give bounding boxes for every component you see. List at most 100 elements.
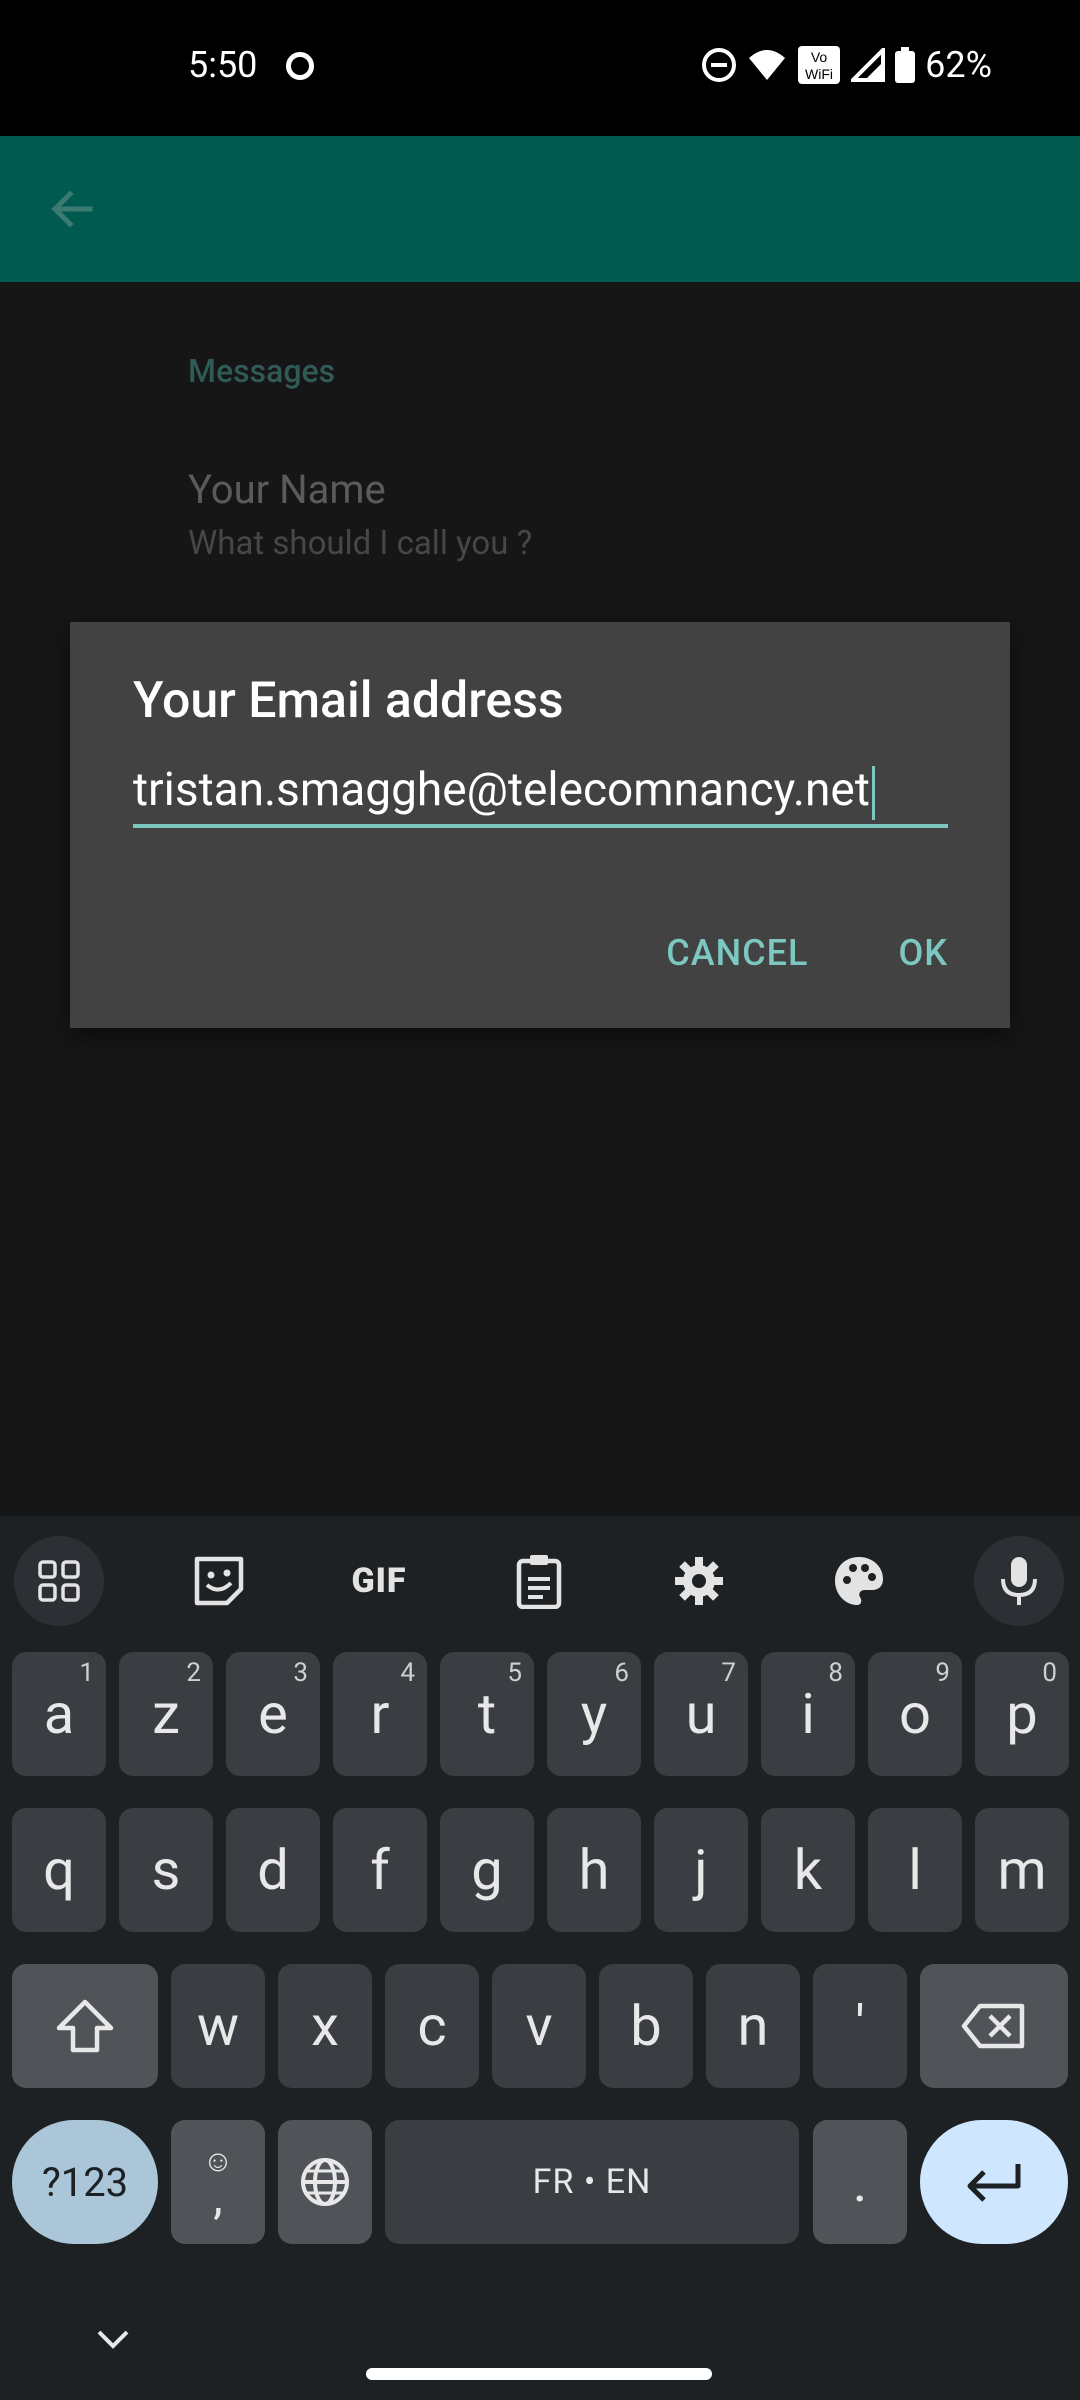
- key-label: y: [580, 1681, 608, 1747]
- key-h[interactable]: h: [547, 1808, 641, 1932]
- shift-icon: [56, 1999, 114, 2053]
- symbols-key[interactable]: ?123: [12, 2120, 158, 2244]
- home-indicator[interactable]: [366, 2368, 712, 2380]
- status-bar: 5:50 Vo WiFi 62%: [0, 0, 1080, 136]
- backspace-key[interactable]: [920, 1964, 1068, 2088]
- key-x[interactable]: x: [278, 1964, 372, 2088]
- comma-label: ,: [213, 2168, 223, 2225]
- sticker-button[interactable]: [174, 1536, 264, 1626]
- key-b[interactable]: b: [599, 1964, 693, 2088]
- clipboard-button[interactable]: [494, 1536, 584, 1626]
- enter-icon: [967, 2164, 1021, 2202]
- key-t[interactable]: t5: [440, 1652, 534, 1776]
- key-o[interactable]: o9: [868, 1652, 962, 1776]
- key-hint: 0: [1042, 1658, 1057, 1688]
- key-hint: 9: [935, 1658, 950, 1688]
- app-bar: [0, 136, 1080, 282]
- sync-icon: [286, 52, 314, 80]
- key-l[interactable]: l: [868, 1808, 962, 1932]
- key-k[interactable]: k: [761, 1808, 855, 1932]
- keyboard-toolbar: GIF: [0, 1516, 1080, 1636]
- key-label: p: [1006, 1681, 1038, 1747]
- comma-emoji-key[interactable]: ☺ ,: [171, 2120, 265, 2244]
- key-e[interactable]: e3: [226, 1652, 320, 1776]
- key-p[interactable]: p0: [975, 1652, 1069, 1776]
- key-hint: 3: [293, 1658, 308, 1688]
- email-input[interactable]: tristan.smagghe@telecomnancy.net: [133, 762, 948, 828]
- apps-grid-icon: [38, 1560, 80, 1602]
- email-input-value: tristan.smagghe@telecomnancy.net: [133, 763, 870, 817]
- key-a[interactable]: a1: [12, 1652, 106, 1776]
- shift-key[interactable]: [12, 1964, 158, 2088]
- key-hint: 5: [507, 1658, 522, 1688]
- palette-icon: [835, 1557, 883, 1605]
- globe-icon: [301, 2158, 349, 2206]
- key-f[interactable]: f: [333, 1808, 427, 1932]
- enter-key[interactable]: [920, 2120, 1068, 2244]
- key-label: u: [685, 1681, 717, 1747]
- key-label: a: [43, 1681, 75, 1747]
- section-header-messages: Messages: [188, 352, 336, 390]
- key-z[interactable]: z2: [119, 1652, 213, 1776]
- status-icons: Vo WiFi 62%: [701, 44, 992, 86]
- clipboard-icon: [516, 1555, 562, 1609]
- dialog-actions: CANCEL OK: [666, 932, 948, 974]
- space-key[interactable]: FR • EN: [385, 2120, 799, 2244]
- gear-icon: [675, 1557, 723, 1605]
- wifi-icon: [747, 48, 787, 82]
- theme-button[interactable]: [814, 1536, 904, 1626]
- key-hint: 6: [614, 1658, 629, 1688]
- gif-button[interactable]: GIF: [334, 1536, 424, 1626]
- navigation-bar: [0, 2300, 1080, 2400]
- apps-grid-button[interactable]: [14, 1536, 104, 1626]
- arrow-back-icon: [51, 190, 93, 228]
- pref-title: Your Name: [188, 466, 386, 513]
- key-m[interactable]: m: [975, 1808, 1069, 1932]
- voice-input-button[interactable]: [974, 1536, 1064, 1626]
- email-dialog: Your Email address tristan.smagghe@telec…: [70, 622, 1010, 1028]
- pref-subtitle: What should I call you ?: [188, 524, 533, 563]
- key-j[interactable]: j: [654, 1808, 748, 1932]
- key-v[interactable]: v: [492, 1964, 586, 2088]
- key-q[interactable]: q: [12, 1808, 106, 1932]
- settings-button[interactable]: [654, 1536, 744, 1626]
- key-hint: 2: [186, 1658, 201, 1688]
- hide-keyboard-chevron-icon[interactable]: [96, 2328, 130, 2350]
- text-cursor: [871, 765, 875, 820]
- sticker-icon: [194, 1556, 244, 1606]
- keyboard: GIF a1 z2 e3 r4 t5 y6 u7 i8 o9 p0 q s d …: [0, 1516, 1080, 2400]
- key-label: e: [258, 1681, 288, 1747]
- key-u[interactable]: u7: [654, 1652, 748, 1776]
- gif-label: GIF: [351, 1561, 407, 1601]
- ok-button[interactable]: OK: [898, 932, 948, 974]
- battery-percentage: 62%: [925, 44, 992, 86]
- status-time: 5:50: [188, 44, 258, 86]
- key-hint: 4: [400, 1658, 415, 1688]
- key-s[interactable]: s: [119, 1808, 213, 1932]
- svg-text:Vo: Vo: [811, 49, 828, 65]
- key-label: i: [801, 1681, 815, 1747]
- key-i[interactable]: i8: [761, 1652, 855, 1776]
- battery-icon: [895, 47, 916, 83]
- key-hint: 8: [828, 1658, 843, 1688]
- key-d[interactable]: d: [226, 1808, 320, 1932]
- key-label: o: [899, 1681, 931, 1747]
- period-key[interactable]: .: [813, 2120, 907, 2244]
- signal-icon: [851, 48, 886, 82]
- vowifi-icon: Vo WiFi: [797, 45, 841, 85]
- key-c[interactable]: c: [385, 1964, 479, 2088]
- key-apostrophe[interactable]: ': [813, 1964, 907, 2088]
- svg-text:WiFi: WiFi: [805, 66, 833, 82]
- key-label: t: [477, 1681, 497, 1747]
- backspace-icon: [961, 2003, 1025, 2049]
- key-r[interactable]: r4: [333, 1652, 427, 1776]
- screen: 5:50 Vo WiFi 62% Messages Your Name What…: [0, 0, 1080, 2400]
- key-w[interactable]: w: [171, 1964, 265, 2088]
- language-key[interactable]: [278, 2120, 372, 2244]
- key-g[interactable]: g: [440, 1808, 534, 1932]
- key-n[interactable]: n: [706, 1964, 800, 2088]
- key-y[interactable]: y6: [547, 1652, 641, 1776]
- key-hint: 7: [721, 1658, 736, 1688]
- back-button[interactable]: [40, 178, 102, 240]
- cancel-button[interactable]: CANCEL: [666, 932, 808, 974]
